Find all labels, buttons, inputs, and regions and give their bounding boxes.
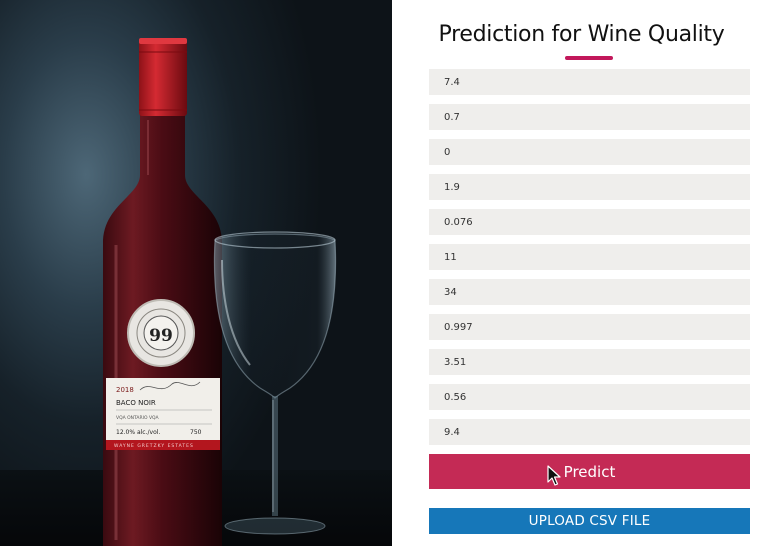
- input-field-3[interactable]: 0: [429, 139, 750, 165]
- input-field-11[interactable]: 9.4: [429, 419, 750, 445]
- input-field-5[interactable]: 0.076: [429, 209, 750, 235]
- input-field-1[interactable]: 7.4: [429, 69, 750, 95]
- predict-button[interactable]: Predict: [429, 454, 750, 489]
- input-field-7[interactable]: 34: [429, 279, 750, 305]
- wine-photo: 99 2018 BACO NOIR VQA ONTARIO VQA 12.0% …: [0, 0, 392, 546]
- input-field-8[interactable]: 0.997: [429, 314, 750, 340]
- label-name: BACO NOIR: [116, 399, 156, 407]
- seal-number: 99: [149, 326, 173, 346]
- page-title: Prediction for Wine Quality: [438, 22, 725, 47]
- upload-csv-button[interactable]: UPLOAD CSV FILE: [429, 508, 750, 534]
- mouse-pointer-icon: [547, 465, 561, 486]
- input-field-2[interactable]: 0.7: [429, 104, 750, 130]
- input-field-10[interactable]: 0.56: [429, 384, 750, 410]
- label-band: WAYNE GRETZKY ESTATES: [114, 443, 194, 449]
- input-field-9[interactable]: 3.51: [429, 349, 750, 375]
- predict-button-label: Predict: [563, 462, 616, 481]
- input-field-6[interactable]: 11: [429, 244, 750, 270]
- wine-bottle-illustration: 99 2018 BACO NOIR VQA ONTARIO VQA 12.0% …: [0, 38, 392, 546]
- label-year: 2018: [116, 386, 134, 394]
- prediction-form: Prediction for Wine Quality 7.4 0.7 0 1.…: [392, 0, 771, 546]
- label-volume: 750: [190, 429, 202, 436]
- label-region: VQA ONTARIO VQA: [116, 415, 160, 421]
- title-underline: [565, 56, 613, 60]
- input-field-4[interactable]: 1.9: [429, 174, 750, 200]
- label-alcohol: 12.0% alc./vol.: [116, 429, 160, 436]
- upload-csv-button-label: UPLOAD CSV FILE: [528, 513, 651, 529]
